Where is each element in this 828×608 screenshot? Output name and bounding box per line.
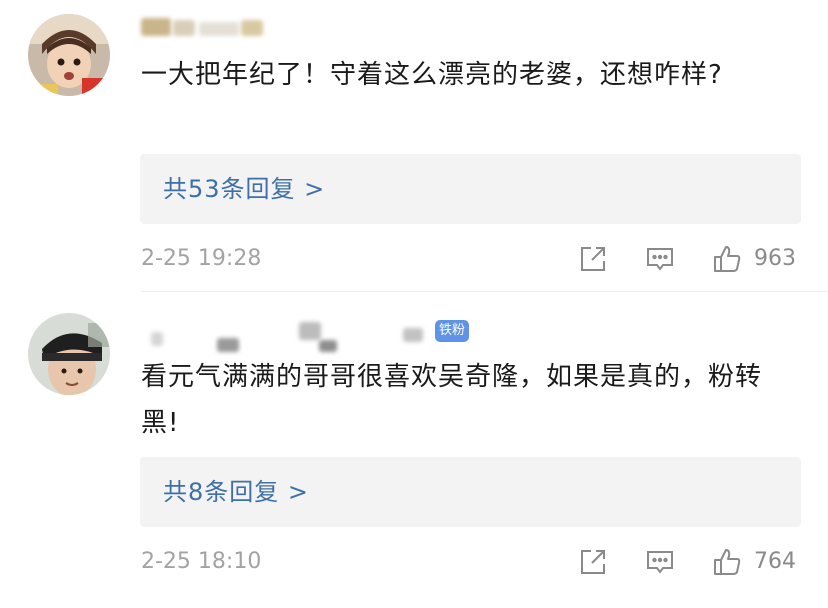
- comment-text: 一大把年纪了！守着这么漂亮的老婆，还想咋样?: [141, 60, 723, 90]
- comment-footer: 2-25 19:28 963: [0, 242, 828, 276]
- comment-item: 一大把年纪了！守着这么漂亮的老婆，还想咋样? 共53条回复 > 2-25 19:…: [0, 0, 828, 292]
- comment-text: 看元气满满的哥哥很喜欢吴奇隆，如果是真的，粉转黑!: [141, 362, 763, 438]
- avatar[interactable]: [28, 313, 110, 395]
- fan-badge: 铁粉: [435, 320, 470, 342]
- avatar-image: [28, 313, 110, 395]
- comment-timestamp: 2-25 18:10: [141, 549, 262, 574]
- reply-count-label: 共53条回复 >: [163, 175, 326, 203]
- thumbs-up-icon[interactable]: [712, 244, 742, 274]
- share-icon[interactable]: [578, 547, 608, 577]
- comment-item: 铁粉 看元气满满的哥哥很喜欢吴奇隆，如果是真的，粉转黑! 共8条回复 > 2-2…: [0, 292, 828, 608]
- comment-footer: 2-25 18:10 764: [0, 545, 828, 579]
- like-count: 963: [754, 246, 796, 271]
- view-replies-button[interactable]: 共8条回复 >: [140, 457, 801, 527]
- avatar-image: [28, 14, 110, 96]
- share-icon[interactable]: [578, 244, 608, 274]
- view-replies-button[interactable]: 共53条回复 >: [140, 154, 801, 224]
- like-count: 764: [754, 549, 796, 574]
- comment-icon[interactable]: [645, 244, 675, 274]
- thumbs-up-icon[interactable]: [712, 547, 742, 577]
- comment-timestamp: 2-25 19:28: [141, 246, 262, 271]
- comment-icon[interactable]: [645, 547, 675, 577]
- reply-count-label: 共8条回复 >: [163, 478, 310, 506]
- avatar[interactable]: [28, 14, 110, 96]
